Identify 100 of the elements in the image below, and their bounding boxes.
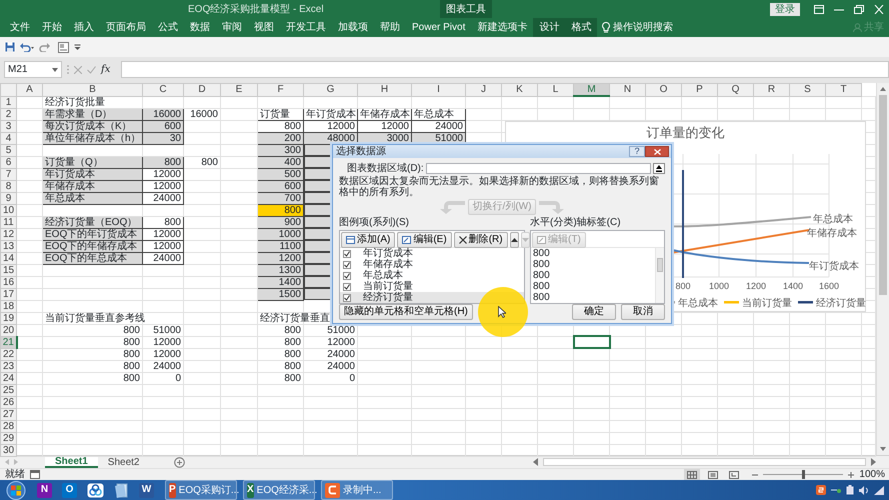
pinned-app-icon[interactable]: O <box>62 482 77 498</box>
row-header[interactable]: 1 <box>0 96 16 108</box>
row-header[interactable]: 14 <box>0 252 16 264</box>
row-header[interactable]: 22 <box>0 348 16 360</box>
sign-in-button[interactable]: 登录 <box>770 2 800 16</box>
cloud-app-icon[interactable] <box>87 482 104 498</box>
insert-function-button[interactable]: fx <box>101 62 110 77</box>
ribbon-tab[interactable]: 设计 <box>533 18 566 37</box>
taskbar-window[interactable]: X EOQ经济采... <box>243 480 315 500</box>
column-header[interactable]: H <box>358 84 412 96</box>
row-header[interactable]: 24 <box>0 372 16 384</box>
row-header[interactable]: 5 <box>0 144 16 156</box>
row-header[interactable]: 28 <box>0 420 16 432</box>
collapse-button[interactable] <box>653 162 665 174</box>
column-header[interactable]: B <box>42 84 142 96</box>
lightbulb-icon[interactable] <box>602 22 610 33</box>
help-button[interactable]: ? <box>629 146 645 157</box>
zoom-out-icon[interactable] <box>752 472 758 478</box>
vertical-scrollbar[interactable] <box>876 83 889 455</box>
column-header[interactable]: M <box>574 84 610 96</box>
column-header[interactable]: F <box>258 84 304 96</box>
zoom-slider-thumb[interactable] <box>802 470 806 479</box>
checkbox[interactable] <box>343 260 351 268</box>
checkbox[interactable] <box>343 294 351 302</box>
column-header[interactable]: O <box>646 84 682 96</box>
cell-cursor[interactable] <box>574 336 610 348</box>
close-icon[interactable] <box>874 4 884 14</box>
row-header[interactable]: 13 <box>0 240 16 252</box>
check-icon[interactable] <box>87 66 96 74</box>
ribbon-tab[interactable]: 帮助 <box>374 18 406 37</box>
ribbon-tab[interactable]: 新建选项卡 <box>471 18 534 37</box>
app-icon[interactable]: X <box>247 482 254 498</box>
scroll-left-icon[interactable] <box>532 458 540 466</box>
column-header[interactable]: K <box>502 84 538 96</box>
series-add-button[interactable]: 添加(A) <box>341 232 396 248</box>
row-header[interactable]: 25 <box>0 384 16 396</box>
column-header[interactable]: S <box>790 84 826 96</box>
save-icon[interactable] <box>5 42 15 52</box>
range-field[interactable] <box>426 162 650 174</box>
formula-input[interactable] <box>121 61 889 78</box>
network-icon[interactable] <box>831 486 841 494</box>
row-header[interactable]: 2 <box>0 108 16 120</box>
ribbon-tab[interactable]: 页面布局 <box>100 18 152 37</box>
hidden-cells-button[interactable]: 隐藏的单元格和空单元格(H) <box>339 304 473 320</box>
row-header[interactable]: 18 <box>0 300 16 312</box>
start-button-icon[interactable] <box>6 480 26 500</box>
ribbon-tab[interactable]: 数据 <box>184 18 216 37</box>
series-delete-button[interactable]: 删除(R) <box>454 232 508 248</box>
row-header[interactable]: 16 <box>0 276 16 288</box>
checkbox[interactable] <box>343 250 351 258</box>
checkbox[interactable] <box>343 272 351 280</box>
row-header[interactable]: 19 <box>0 312 16 324</box>
column-header[interactable]: R <box>754 84 790 96</box>
volume-icon[interactable] <box>859 486 869 494</box>
row-header[interactable]: 15 <box>0 264 16 276</box>
row-header[interactable]: 17 <box>0 288 16 300</box>
signal-icon[interactable] <box>874 486 884 494</box>
row-header[interactable]: 8 <box>0 180 16 192</box>
zoom-in-icon[interactable] <box>848 472 854 478</box>
app-icon[interactable]: P <box>169 482 176 498</box>
column-header[interactable]: N <box>610 84 646 96</box>
ribbon-tab[interactable]: Power Pivot <box>406 18 472 37</box>
redo-icon[interactable] <box>39 42 53 52</box>
row-header[interactable]: 12 <box>0 228 16 240</box>
row-header[interactable]: 11 <box>0 216 16 228</box>
row-header[interactable]: 21 <box>0 336 16 348</box>
pinned-app-icon[interactable]: N <box>37 482 52 498</box>
row-header[interactable]: 27 <box>0 408 16 420</box>
taskbar-window[interactable]: P EOQ采购订... <box>165 480 237 500</box>
customize-icon[interactable] <box>74 44 81 50</box>
scroll-up-icon[interactable] <box>880 87 886 91</box>
collapse-icon[interactable] <box>656 164 662 172</box>
row-header[interactable]: 3 <box>0 120 16 132</box>
view-normal-button[interactable] <box>684 468 700 480</box>
notepad-app-icon[interactable] <box>114 482 129 498</box>
ribbon-tab[interactable]: 开发工具 <box>280 18 332 37</box>
search-field[interactable]: 操作说明搜索 <box>612 20 673 35</box>
row-header[interactable]: 26 <box>0 396 16 408</box>
ribbon-tab[interactable]: 审阅 <box>216 18 248 37</box>
column-header[interactable]: Q <box>718 84 754 96</box>
battery-icon[interactable] <box>846 485 854 495</box>
row-header[interactable]: 10 <box>0 204 16 216</box>
series-edit-button[interactable]: 编辑(E) <box>397 232 452 248</box>
horizontal-scrollbar[interactable] <box>532 456 877 468</box>
ribbon-tab[interactable]: 开始 <box>36 18 68 37</box>
row-header[interactable]: 29 <box>0 432 16 444</box>
name-box[interactable]: M21 <box>4 61 62 78</box>
close-icon[interactable] <box>654 148 660 154</box>
column-header[interactable]: I <box>412 84 466 96</box>
column-header[interactable]: D <box>184 84 220 96</box>
row-header[interactable]: 7 <box>0 168 16 180</box>
move-up-button[interactable] <box>510 232 519 248</box>
ribbon-display-icon[interactable] <box>814 4 824 14</box>
row-header[interactable]: 4 <box>0 132 16 144</box>
row-header[interactable]: 23 <box>0 360 16 372</box>
column-header[interactable]: J <box>466 84 502 96</box>
maximize-icon[interactable] <box>854 4 864 14</box>
row-header[interactable]: 6 <box>0 156 16 168</box>
macro-record-icon[interactable] <box>30 470 40 479</box>
row-header[interactable]: 30 <box>0 444 16 456</box>
